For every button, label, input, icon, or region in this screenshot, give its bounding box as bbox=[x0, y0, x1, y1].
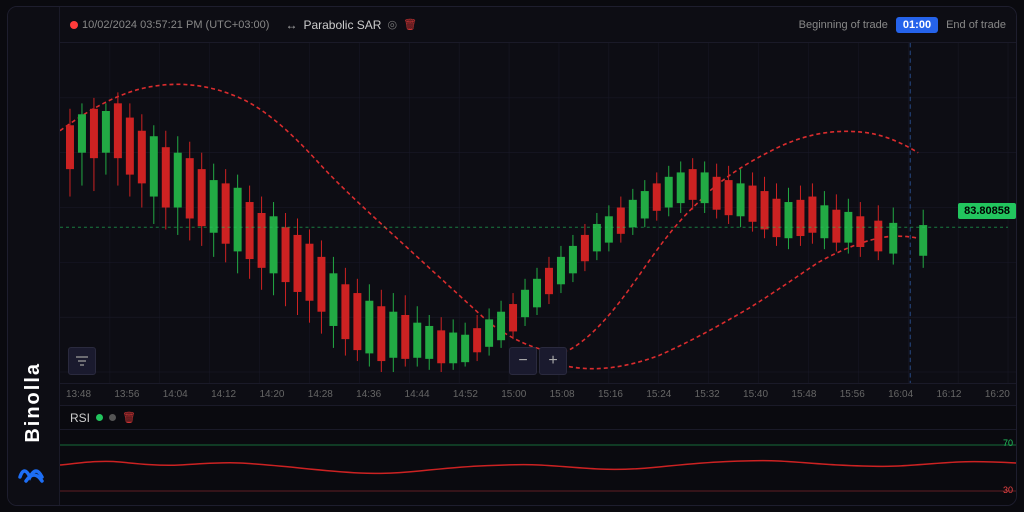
recording-dot bbox=[70, 21, 78, 29]
zoom-controls: − + bbox=[509, 347, 567, 375]
datetime-badge: 10/02/2024 03:57:21 PM (UTC+03:00) bbox=[70, 19, 269, 31]
price-label: 83.80858 bbox=[958, 203, 1016, 219]
chart-svg bbox=[60, 43, 1016, 383]
zoom-in-button[interactable]: + bbox=[539, 347, 567, 375]
trade-time-badge[interactable]: 01:00 bbox=[896, 17, 938, 33]
time-label-14: 15:40 bbox=[743, 389, 768, 400]
time-labels: 13:48 13:56 14:04 14:12 14:20 14:28 14:3… bbox=[64, 389, 1012, 400]
datetime-text: 10/02/2024 03:57:21 PM (UTC+03:00) bbox=[82, 19, 269, 31]
rsi-dot-green bbox=[96, 414, 103, 421]
time-label-17: 16:04 bbox=[888, 389, 913, 400]
rsi-trash-icon[interactable]: 🗑 bbox=[122, 411, 136, 424]
time-label-6: 14:36 bbox=[356, 389, 381, 400]
filter-button[interactable] bbox=[68, 347, 96, 375]
beginning-of-trade-label: Beginning of trade bbox=[799, 19, 888, 31]
candle-group-5 bbox=[521, 189, 637, 326]
eye-icon[interactable]: ◎ bbox=[387, 18, 397, 31]
time-label-1: 13:56 bbox=[114, 389, 139, 400]
time-label-8: 14:52 bbox=[453, 389, 478, 400]
rsi-header: RSI 🗑 bbox=[60, 406, 1016, 430]
time-label-3: 14:12 bbox=[211, 389, 236, 400]
time-label-0: 13:48 bbox=[66, 389, 91, 400]
time-label-13: 15:32 bbox=[695, 389, 720, 400]
main-chart: 83.80858 − + bbox=[60, 43, 1016, 383]
rsi-label: RSI bbox=[70, 411, 90, 425]
main-container: Binolla 10/02/2024 03:57:21 PM (UTC+03:0… bbox=[7, 6, 1017, 506]
time-label-5: 14:28 bbox=[308, 389, 333, 400]
candle-group-3 bbox=[305, 229, 421, 372]
brand-logo bbox=[16, 455, 52, 485]
trade-controls: Beginning of trade 01:00 End of trade bbox=[799, 7, 1006, 43]
time-label-10: 15:08 bbox=[550, 389, 575, 400]
time-label-7: 14:44 bbox=[405, 389, 430, 400]
candle-group-7 bbox=[761, 177, 928, 268]
trash-icon[interactable]: 🗑 bbox=[403, 18, 417, 31]
time-label-16: 15:56 bbox=[840, 389, 865, 400]
time-label-19: 16:20 bbox=[985, 389, 1010, 400]
zoom-out-button[interactable]: − bbox=[509, 347, 537, 375]
indicator-row: ↔ Parabolic SAR ◎ 🗑 bbox=[285, 18, 417, 32]
brand-text: Binolla bbox=[22, 362, 45, 443]
rsi-level-70: 70 bbox=[1003, 438, 1016, 448]
rsi-level-30: 30 bbox=[1003, 485, 1016, 495]
chart-header: 10/02/2024 03:57:21 PM (UTC+03:00) ↔ Par… bbox=[60, 7, 1016, 43]
rsi-chart: 70 30 bbox=[60, 430, 1016, 506]
candle-group-1 bbox=[66, 92, 182, 235]
rsi-dot-gray bbox=[109, 414, 116, 421]
rsi-panel: RSI 🗑 70 30 bbox=[60, 405, 1016, 505]
time-label-11: 15:16 bbox=[598, 389, 623, 400]
time-label-12: 15:24 bbox=[646, 389, 671, 400]
chart-area: 10/02/2024 03:57:21 PM (UTC+03:00) ↔ Par… bbox=[60, 7, 1016, 505]
indicator-icon: ↔ bbox=[285, 18, 297, 32]
time-label-15: 15:48 bbox=[791, 389, 816, 400]
time-label-18: 16:12 bbox=[936, 389, 961, 400]
end-of-trade-label: End of trade bbox=[946, 19, 1006, 31]
sidebar: Binolla bbox=[8, 7, 60, 505]
time-axis: 13:48 13:56 14:04 14:12 14:20 14:28 14:3… bbox=[60, 383, 1016, 405]
time-label-2: 14:04 bbox=[163, 389, 188, 400]
candle-group-2 bbox=[186, 142, 302, 315]
time-label-4: 14:20 bbox=[259, 389, 284, 400]
time-label-9: 15:00 bbox=[501, 389, 526, 400]
indicator-name: Parabolic SAR bbox=[303, 18, 381, 32]
rsi-svg bbox=[60, 430, 1016, 506]
candle-group-4 bbox=[425, 293, 517, 372]
